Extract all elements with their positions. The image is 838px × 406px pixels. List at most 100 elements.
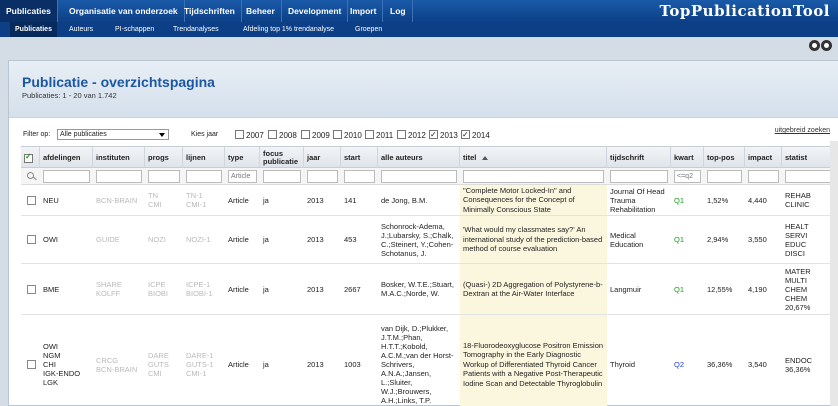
filter-input-progs[interactable] <box>148 170 180 183</box>
year-filter-2007[interactable]: 2007 <box>235 130 264 141</box>
column-header-start[interactable]: start <box>341 147 378 169</box>
cell-titel[interactable]: 'What would my classmates say?' An inter… <box>460 216 607 263</box>
column-header-toppos[interactable]: top-pos <box>704 147 745 169</box>
filter-input-impact[interactable] <box>748 170 779 183</box>
cell-titel[interactable]: "Complete Motor Locked-In" and Consequen… <box>460 185 607 215</box>
cell-tijdschrift[interactable]: Journal Of Head Trauma Rehabilitation <box>607 185 671 215</box>
year-checkbox[interactable] <box>397 130 406 139</box>
cell-toppos: 1,52% <box>707 195 729 205</box>
nav-beheer[interactable]: Beheer <box>240 0 282 22</box>
cell-tijdschrift[interactable]: Medical Education <box>607 216 671 263</box>
filter-input-start[interactable] <box>344 170 375 183</box>
cell-start: 453 <box>344 235 357 244</box>
cell-jaar: 2013 <box>307 360 324 369</box>
cell-tijdschrift[interactable]: Langmuir <box>607 264 671 314</box>
subnav-groepen[interactable]: Groepen <box>350 22 387 37</box>
nav-development[interactable]: Development <box>282 0 349 22</box>
chevron-down-icon <box>159 133 165 137</box>
subnav-publicaties[interactable]: Publicaties <box>10 22 57 37</box>
filter-input-type[interactable]: Article <box>228 170 257 183</box>
cell-impact: 4,190 <box>748 284 767 294</box>
table-row[interactable]: OWI GUIDE NOZI NOZI-1 Article ja 2013 453 Schonr… <box>21 216 838 264</box>
year-checkbox[interactable] <box>461 129 470 140</box>
column-header-jaar[interactable]: jaar <box>304 147 341 169</box>
row-checkbox[interactable] <box>27 195 36 205</box>
cell-auteurs: van Dijk, D.;Plukker, J.T.M.;Phan, H.T.T… <box>381 324 454 405</box>
cell-titel[interactable]: 18-Fluorodeoxyglucose Positron Emission … <box>460 315 607 406</box>
filter-input-focus[interactable] <box>263 170 301 183</box>
column-header-impact[interactable]: impact <box>745 147 782 169</box>
year-checkbox[interactable] <box>333 130 342 139</box>
year-filter-2010[interactable]: 2010 <box>333 130 362 141</box>
year-filter-2012[interactable]: 2012 <box>397 130 426 141</box>
filter-input-jaar[interactable] <box>307 170 338 183</box>
subnav-auteurs[interactable]: Auteurs <box>64 22 98 37</box>
filter-select[interactable]: Alle publicaties <box>57 129 169 140</box>
column-header-label: instituten <box>96 153 130 162</box>
column-header-instituten[interactable]: instituten <box>93 147 145 169</box>
table-row[interactable]: BME SHARE KOLFF ICPE BIOBI ICPE-1 BIOBI-1 Ar… <box>21 264 838 315</box>
year-checkbox[interactable] <box>365 130 374 139</box>
table-row[interactable]: OWI NGM CHI IGK-ENDO LGK CRCG BCN-BRAIN DA… <box>21 315 838 406</box>
column-header-afdelingen[interactable]: afdelingen <box>40 147 93 169</box>
column-header-progs[interactable]: progs <box>145 147 183 169</box>
row-checkbox[interactable] <box>27 235 36 244</box>
cell-tijdschrift[interactable]: Thyroid <box>607 315 671 406</box>
row-checkbox[interactable] <box>27 284 36 294</box>
filter-input-toppos[interactable] <box>707 170 742 183</box>
nav-import[interactable]: Import <box>344 0 384 22</box>
column-header-focus[interactable]: focus publicatie <box>260 147 304 169</box>
filter-input-lijnen[interactable] <box>186 170 222 183</box>
column-header-type[interactable]: type <box>225 147 260 169</box>
column-header-auteurs[interactable]: alle auteurs <box>378 147 460 169</box>
year-filter-2014[interactable]: 2014 <box>461 129 490 141</box>
nav-publicaties[interactable]: Publicaties <box>0 0 58 22</box>
column-header-kwart[interactable]: kwart <box>671 147 704 169</box>
year-checkbox[interactable] <box>429 129 438 140</box>
column-header-label: lijnen <box>186 153 206 162</box>
year-label-text: 2009 <box>312 131 330 140</box>
select-all-checkbox[interactable] <box>21 147 40 169</box>
subnav-afdeling-top[interactable]: Afdeling top 1% trendanalyse <box>238 22 339 37</box>
year-filter-2011[interactable]: 2011 <box>365 130 393 141</box>
cell-impact: 4,440 <box>748 195 767 205</box>
column-header-tijdschrift[interactable]: tijdschrift <box>607 147 671 169</box>
cell-jaar: 2013 <box>307 284 324 294</box>
table-row[interactable]: NEU BCN-BRAIN TN CMI TN-1 CMI-1 Article ja 201… <box>21 185 838 216</box>
cell-type: Article <box>228 360 249 369</box>
cell-auteurs: Bosker, W.T.E.;Stuart, M.A.C.;Norde, W. <box>381 280 454 298</box>
page-title: Publicatie - overzichtspagina <box>22 74 215 90</box>
row-checkbox[interactable] <box>27 360 36 369</box>
subnav-trendanalyses[interactable]: Trendanalyses <box>168 22 224 37</box>
year-label-text: 2013 <box>440 131 458 140</box>
checkmark-icon <box>24 153 33 163</box>
nav-tijdschriften[interactable]: Tijdschriften <box>178 0 242 22</box>
filter-input-tijdschrift[interactable] <box>610 170 668 183</box>
binoculars-icon[interactable] <box>808 40 834 54</box>
filter-input-instituten[interactable] <box>96 170 142 183</box>
row-select-cell <box>21 315 40 406</box>
filter-input-titel[interactable] <box>463 170 604 183</box>
year-filter-2009[interactable]: 2009 <box>301 130 330 141</box>
nav-log[interactable]: Log <box>384 0 413 22</box>
cell-lijnen: NOZI-1 <box>186 235 211 244</box>
cell-lijnen: ICPE-1 BIOBI-1 <box>186 280 213 298</box>
year-checkbox[interactable] <box>301 130 310 139</box>
advanced-search-link[interactable]: uitgebreid zoeken <box>775 127 830 134</box>
year-filter-2013[interactable]: 2013 <box>429 129 458 141</box>
year-checkbox[interactable] <box>268 130 277 139</box>
filter-input-kwart[interactable]: <=q2 <box>674 170 701 183</box>
year-checkbox[interactable] <box>235 130 244 139</box>
year-filter-2008[interactable]: 2008 <box>268 130 297 141</box>
cell-auteurs: de Jong, B.M. <box>381 195 428 205</box>
filter-input-auteurs[interactable] <box>381 170 457 183</box>
nav-organisatie[interactable]: Organisatie van onderzoek <box>63 0 185 22</box>
cell-lijnen: TN-1 CMI-1 <box>186 191 207 209</box>
horizontal-scroll-area[interactable] <box>830 141 838 406</box>
subnav-pi-schappen[interactable]: PI-schappen <box>110 22 159 37</box>
filter-input-afdelingen[interactable] <box>43 170 90 183</box>
cell-titel[interactable]: (Quasi-) 2D Aggregation of Polystyrene-b… <box>460 264 607 314</box>
column-header-titel[interactable]: titel <box>460 147 607 169</box>
column-header-lijnen[interactable]: lijnen <box>183 147 225 169</box>
cell-start: 141 <box>344 195 357 205</box>
